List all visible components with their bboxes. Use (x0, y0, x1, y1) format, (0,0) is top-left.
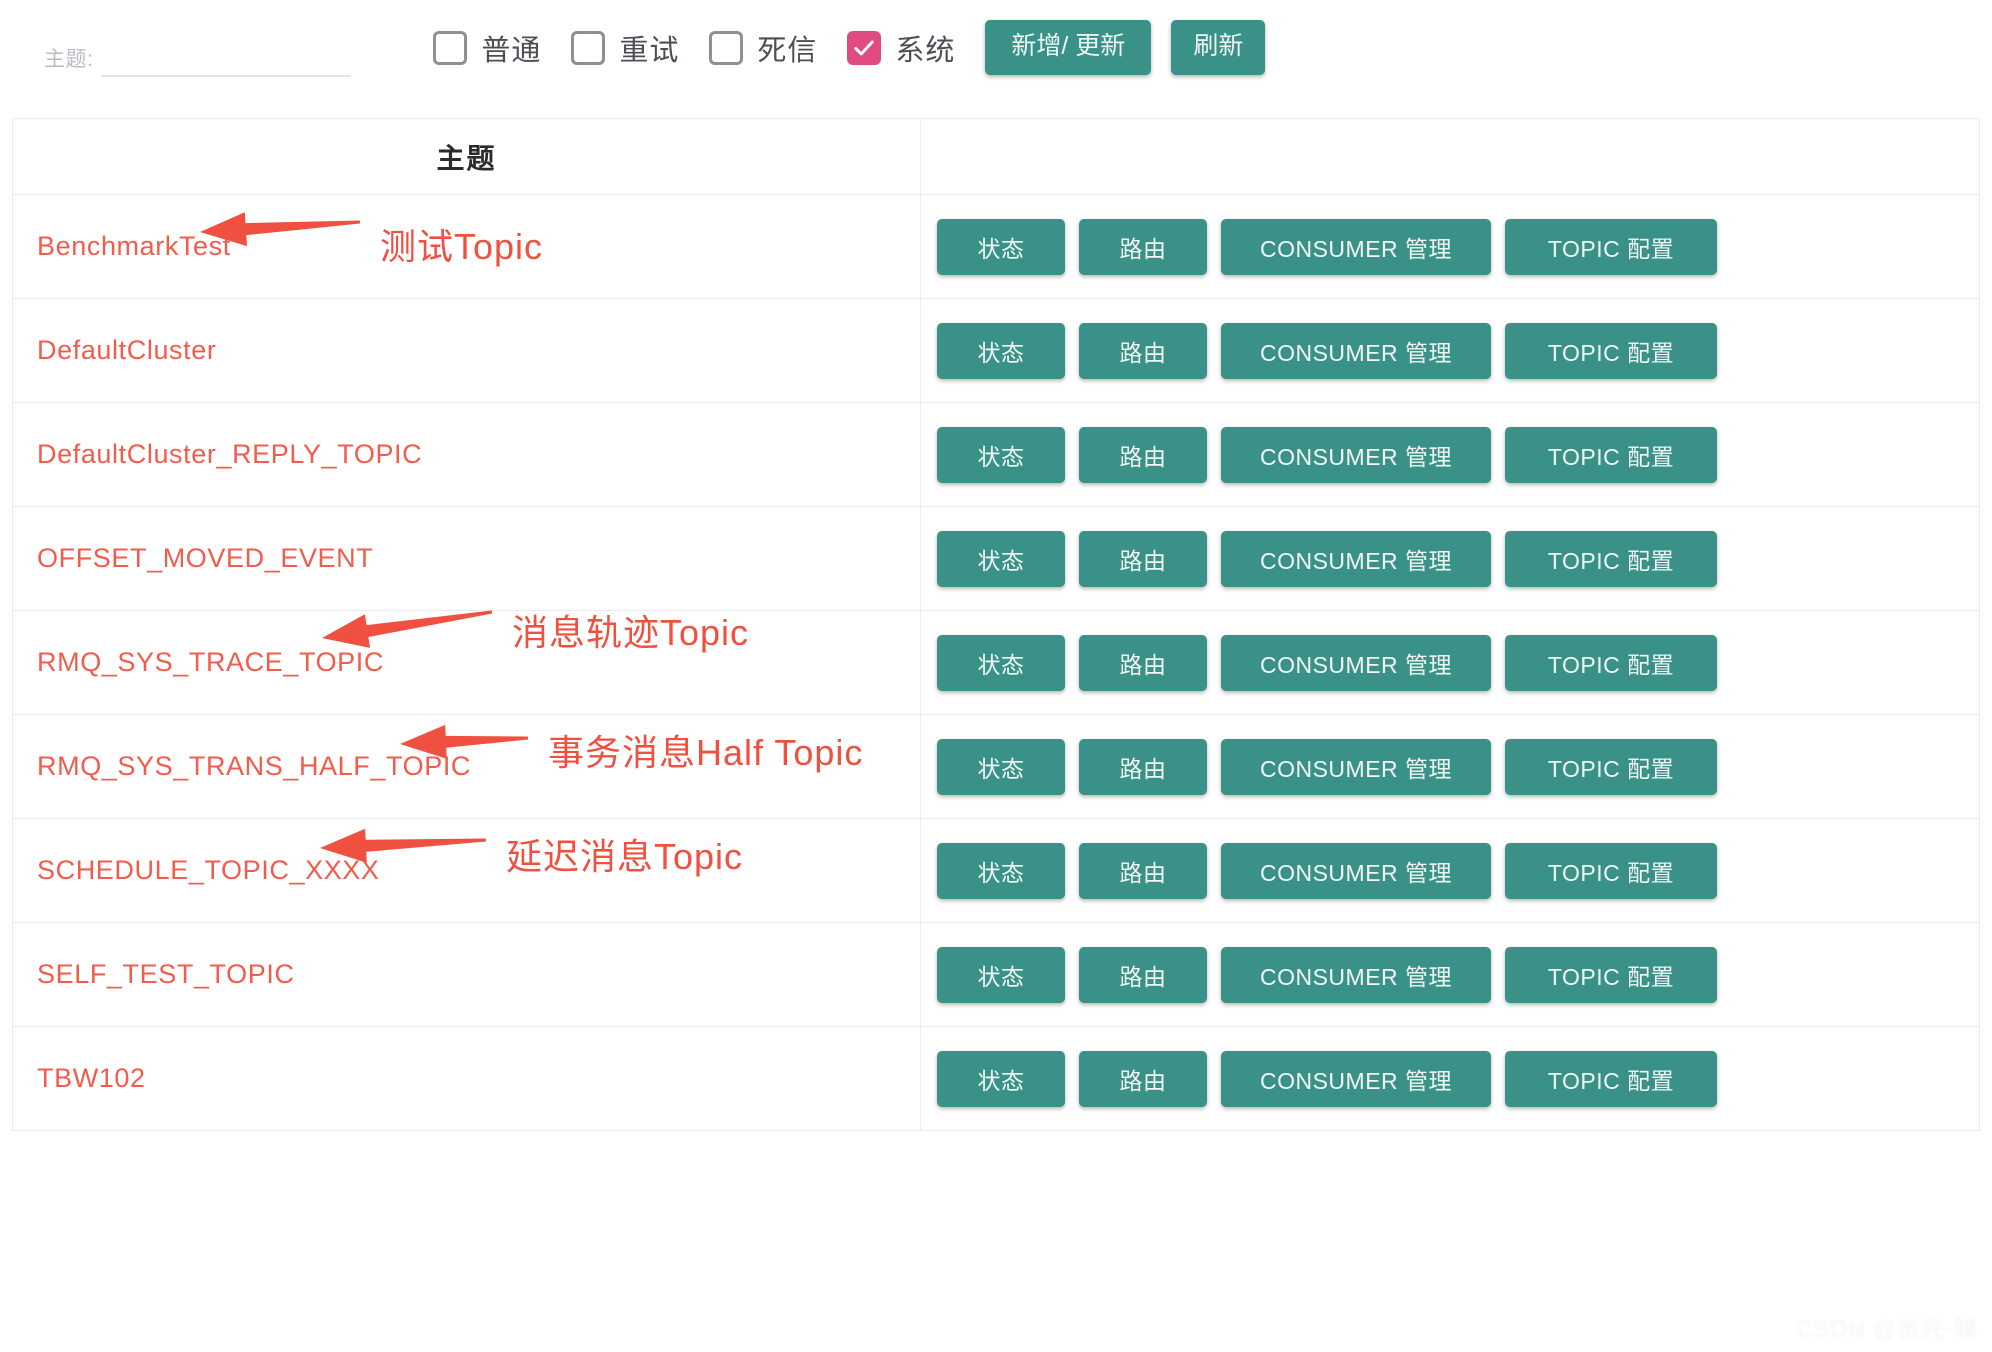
status-button[interactable]: 状态 (937, 426, 1065, 483)
table-row: SCHEDULE_TOPIC_XXXX 状态 路由 CONSUMER 管理 TOPIC … (13, 819, 1979, 923)
checkbox-label-system: 系统 (895, 34, 956, 67)
status-button[interactable]: 状态 (937, 530, 1065, 587)
table-header-row: 主题 (13, 119, 1979, 195)
route-button[interactable]: 路由 (1079, 322, 1207, 379)
topic-link[interactable]: DefaultCluster_REPLY_TOPIC (37, 439, 422, 470)
consumer-manage-button[interactable]: CONSUMER 管理 (1221, 842, 1491, 899)
checkbox-box-icon[interactable] (571, 30, 606, 65)
table-cell-topic: RMQ_SYS_TRACE_TOPIC (13, 611, 921, 714)
topic-config-button[interactable]: TOPIC 配置 (1505, 634, 1717, 691)
table-cell-actions: 状态 路由 CONSUMER 管理 TOPIC 配置 (921, 715, 1979, 818)
topic-link[interactable]: RMQ_SYS_TRANS_HALF_TOPIC (37, 751, 471, 782)
topic-config-button[interactable]: TOPIC 配置 (1505, 738, 1717, 795)
table-row: SELF_TEST_TOPIC 状态 路由 CONSUMER 管理 TOPIC 配置 (13, 923, 1979, 1027)
topic-link[interactable]: SELF_TEST_TOPIC (37, 959, 295, 990)
table-cell-topic: SELF_TEST_TOPIC (13, 923, 921, 1026)
table-cell-actions: 状态 路由 CONSUMER 管理 TOPIC 配置 (921, 1027, 1979, 1130)
status-button[interactable]: 状态 (937, 842, 1065, 899)
consumer-manage-button[interactable]: CONSUMER 管理 (1221, 218, 1491, 275)
topic-config-button[interactable]: TOPIC 配置 (1505, 426, 1717, 483)
status-button[interactable]: 状态 (937, 218, 1065, 275)
consumer-manage-button[interactable]: CONSUMER 管理 (1221, 530, 1491, 587)
consumer-manage-button[interactable]: CONSUMER 管理 (1221, 738, 1491, 795)
status-button[interactable]: 状态 (937, 322, 1065, 379)
consumer-manage-button[interactable]: CONSUMER 管理 (1221, 322, 1491, 379)
table-cell-actions: 状态 路由 CONSUMER 管理 TOPIC 配置 (921, 195, 1979, 298)
route-button[interactable]: 路由 (1079, 426, 1207, 483)
checkbox-normal[interactable]: 普通 (433, 27, 541, 69)
table-row: RMQ_SYS_TRANS_HALF_TOPIC 状态 路由 CONSUMER 管理 T… (13, 715, 1979, 819)
topic-config-button[interactable]: TOPIC 配置 (1505, 1050, 1717, 1107)
status-button[interactable]: 状态 (937, 738, 1065, 795)
topic-config-button[interactable]: TOPIC 配置 (1505, 842, 1717, 899)
route-button[interactable]: 路由 (1079, 842, 1207, 899)
topic-filter-label: 主题: (44, 47, 94, 71)
watermark: CSDN @拾光-铼 (1796, 1316, 1978, 1342)
filter-toolbar: 主题: 普通 重试 死信 系统 新增/ 更新 刷新 (0, 0, 1992, 96)
checkbox-box-icon[interactable] (847, 30, 882, 65)
topic-link[interactable]: BenchmarkTest (37, 231, 231, 262)
topic-filter-field: 主题: (44, 19, 352, 77)
table-row: DefaultCluster_REPLY_TOPIC 状态 路由 CONSUMER 管… (13, 403, 1979, 507)
consumer-manage-button[interactable]: CONSUMER 管理 (1221, 426, 1491, 483)
table-row: DefaultCluster 状态 路由 CONSUMER 管理 TOPIC 配置 (13, 299, 1979, 403)
table-cell-actions: 状态 路由 CONSUMER 管理 TOPIC 配置 (921, 923, 1979, 1026)
table-cell-actions: 状态 路由 CONSUMER 管理 TOPIC 配置 (921, 611, 1979, 714)
topic-filter-input[interactable] (101, 43, 352, 77)
checkbox-label-normal: 普通 (481, 34, 542, 67)
topic-type-checkbox-group: 普通 重试 死信 系统 (433, 27, 985, 69)
check-icon (854, 40, 875, 55)
table-cell-topic: TBW102 (13, 1027, 921, 1130)
topic-config-button[interactable]: TOPIC 配置 (1505, 322, 1717, 379)
checkbox-label-retry: 重试 (619, 34, 680, 67)
topic-link[interactable]: OFFSET_MOVED_EVENT (37, 543, 373, 574)
consumer-manage-button[interactable]: CONSUMER 管理 (1221, 946, 1491, 1003)
table-cell-actions: 状态 路由 CONSUMER 管理 TOPIC 配置 (921, 507, 1979, 610)
topic-config-button[interactable]: TOPIC 配置 (1505, 530, 1717, 587)
status-button[interactable]: 状态 (937, 634, 1065, 691)
table-cell-topic: OFFSET_MOVED_EVENT (13, 507, 921, 610)
route-button[interactable]: 路由 (1079, 218, 1207, 275)
consumer-manage-button[interactable]: CONSUMER 管理 (1221, 1050, 1491, 1107)
table-cell-actions: 状态 路由 CONSUMER 管理 TOPIC 配置 (921, 403, 1979, 506)
checkbox-box-icon[interactable] (433, 30, 468, 65)
topic-config-button[interactable]: TOPIC 配置 (1505, 218, 1717, 275)
table-cell-actions: 状态 路由 CONSUMER 管理 TOPIC 配置 (921, 819, 1979, 922)
topic-link[interactable]: TBW102 (37, 1063, 146, 1094)
status-button[interactable]: 状态 (937, 946, 1065, 1003)
column-header-topic: 主题 (436, 142, 497, 174)
table-row: TBW102 状态 路由 CONSUMER 管理 TOPIC 配置 (13, 1027, 1979, 1131)
table-header-cell-actions (921, 119, 1979, 194)
table-cell-topic: RMQ_SYS_TRANS_HALF_TOPIC (13, 715, 921, 818)
topic-link[interactable]: DefaultCluster (37, 335, 216, 366)
checkbox-retry[interactable]: 重试 (571, 27, 679, 69)
checkbox-box-icon[interactable] (709, 30, 744, 65)
table-cell-topic: DefaultCluster (13, 299, 921, 402)
table-cell-topic: BenchmarkTest (13, 195, 921, 298)
checkbox-system[interactable]: 系统 (847, 27, 955, 69)
topic-link[interactable]: RMQ_SYS_TRACE_TOPIC (37, 647, 384, 678)
table-cell-actions: 状态 路由 CONSUMER 管理 TOPIC 配置 (921, 299, 1979, 402)
table-row: BenchmarkTest 状态 路由 CONSUMER 管理 TOPIC 配置 (13, 195, 1979, 299)
route-button[interactable]: 路由 (1079, 946, 1207, 1003)
route-button[interactable]: 路由 (1079, 634, 1207, 691)
consumer-manage-button[interactable]: CONSUMER 管理 (1221, 634, 1491, 691)
table-row: OFFSET_MOVED_EVENT 状态 路由 CONSUMER 管理 TOPIC 配… (13, 507, 1979, 611)
table-row: RMQ_SYS_TRACE_TOPIC 状态 路由 CONSUMER 管理 TOPIC … (13, 611, 1979, 715)
checkbox-label-dead-letter: 死信 (757, 34, 818, 67)
route-button[interactable]: 路由 (1079, 530, 1207, 587)
topic-link[interactable]: SCHEDULE_TOPIC_XXXX (37, 855, 380, 886)
add-update-button[interactable]: 新增/ 更新 (985, 20, 1152, 75)
table-header-cell-topic: 主题 (13, 119, 921, 194)
topic-table: 主题 BenchmarkTest 状态 路由 CONSUMER 管理 TOPIC 配置 D… (12, 118, 1980, 1131)
checkbox-dead-letter[interactable]: 死信 (709, 27, 817, 69)
status-button[interactable]: 状态 (937, 1050, 1065, 1107)
route-button[interactable]: 路由 (1079, 1050, 1207, 1107)
table-body: BenchmarkTest 状态 路由 CONSUMER 管理 TOPIC 配置 Defa… (13, 195, 1979, 1131)
refresh-button[interactable]: 刷新 (1171, 20, 1266, 75)
table-cell-topic: DefaultCluster_REPLY_TOPIC (13, 403, 921, 506)
route-button[interactable]: 路由 (1079, 738, 1207, 795)
topic-config-button[interactable]: TOPIC 配置 (1505, 946, 1717, 1003)
table-cell-topic: SCHEDULE_TOPIC_XXXX (13, 819, 921, 922)
